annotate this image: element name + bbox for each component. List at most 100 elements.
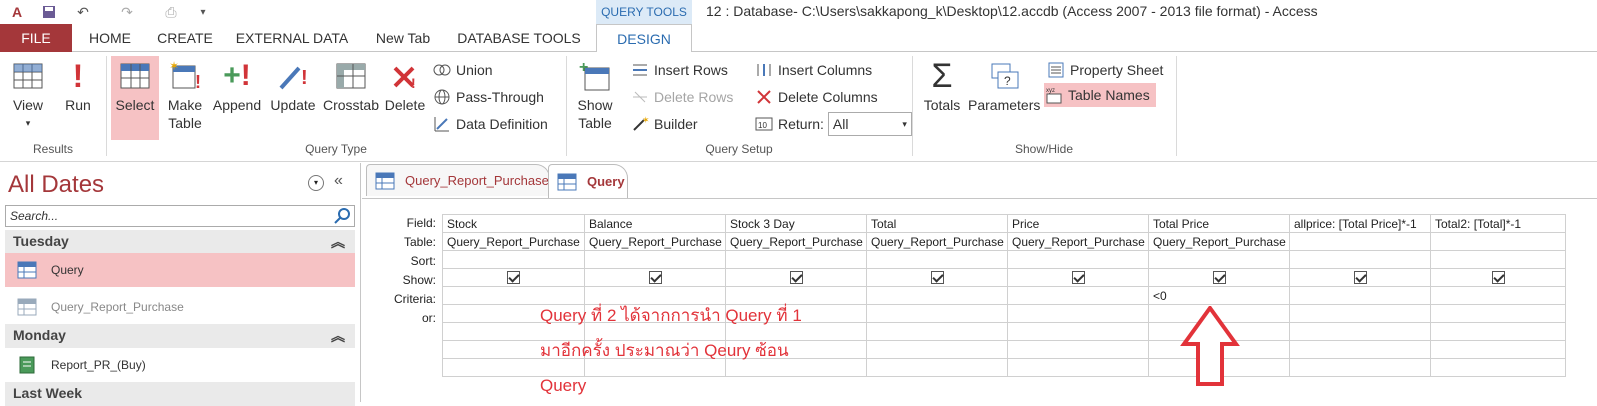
delete-query-button[interactable]: ! Delete	[382, 58, 428, 138]
grid-sort-cell[interactable]	[442, 250, 585, 269]
grid-blank-cell[interactable]	[1430, 340, 1566, 359]
save-icon[interactable]	[40, 3, 58, 21]
grid-table-cell[interactable]	[1289, 232, 1431, 251]
view-button[interactable]: View ▾	[6, 58, 50, 138]
show-checkbox[interactable]	[1353, 271, 1367, 284]
data-definition-button[interactable]: Data Definition	[432, 112, 548, 136]
doc-tab-query-report-purchase[interactable]: Query_Report_Purchase	[366, 164, 550, 196]
grid-sort-cell[interactable]	[584, 250, 726, 269]
grid-or-cell[interactable]	[1289, 304, 1431, 323]
nav-item-query[interactable]: Query	[5, 253, 355, 287]
grid-show-cell[interactable]	[584, 268, 726, 287]
grid-show-cell[interactable]	[1148, 268, 1290, 287]
union-button[interactable]: Union	[432, 58, 493, 82]
undo-icon[interactable]: ↶	[74, 3, 92, 21]
totals-button[interactable]: Σ Totals	[918, 58, 966, 138]
make-table-button[interactable]: ! ✶ Make Table	[162, 58, 208, 142]
show-checkbox[interactable]	[507, 271, 520, 284]
grid-sort-cell[interactable]	[1289, 250, 1431, 269]
delete-columns-button[interactable]: Delete Columns	[754, 85, 878, 109]
tab-home[interactable]: HOME	[80, 24, 140, 52]
show-checkbox[interactable]	[930, 271, 944, 284]
grid-sort-cell[interactable]	[1007, 250, 1149, 269]
redo-icon[interactable]: ↷	[118, 3, 136, 21]
nav-group-last-week[interactable]: Last Week	[5, 382, 355, 406]
grid-field-cell[interactable]: Total2: [Total]*-1	[1430, 214, 1566, 233]
grid-blank-cell[interactable]	[1007, 340, 1149, 359]
tab-external-data[interactable]: EXTERNAL DATA	[228, 24, 356, 52]
grid-blank-cell[interactable]	[1289, 358, 1431, 377]
print-preview-icon[interactable]: ⎙	[162, 3, 180, 21]
grid-field-cell[interactable]: Total Price	[1148, 214, 1290, 233]
tab-design[interactable]: DESIGN	[596, 24, 692, 53]
tab-file[interactable]: FILE	[0, 24, 72, 52]
grid-blank-cell[interactable]	[1289, 340, 1431, 359]
grid-field-cell[interactable]: allprice: [Total Price]*-1	[1289, 214, 1431, 233]
grid-show-cell[interactable]	[1007, 268, 1149, 287]
tab-create[interactable]: CREATE	[150, 24, 220, 52]
grid-field-cell[interactable]: Stock	[442, 214, 585, 233]
show-checkbox[interactable]	[1491, 271, 1505, 284]
grid-criteria-cell[interactable]	[866, 286, 1008, 305]
grid-blank-cell[interactable]	[1289, 322, 1431, 341]
grid-or-cell[interactable]	[1007, 304, 1149, 323]
grid-field-cell[interactable]: Balance	[584, 214, 726, 233]
property-sheet-button[interactable]: Property Sheet	[1046, 58, 1163, 82]
show-checkbox[interactable]	[1212, 271, 1226, 284]
grid-show-cell[interactable]	[725, 268, 867, 287]
nav-group-tuesday[interactable]: Tuesday ︽	[5, 230, 355, 254]
grid-show-cell[interactable]	[866, 268, 1008, 287]
nav-pane-title[interactable]: All Dates	[8, 171, 104, 199]
append-button[interactable]: +! Append	[211, 58, 263, 138]
grid-table-cell[interactable]	[1430, 232, 1566, 251]
grid-field-cell[interactable]: Stock 3 Day	[725, 214, 867, 233]
grid-table-cell[interactable]: Query_Report_Purchase	[584, 232, 726, 251]
grid-table-cell[interactable]: Query_Report_Purchase	[442, 232, 585, 251]
customize-qat-icon[interactable]: ▾	[194, 3, 212, 21]
select-query-button[interactable]: Select	[111, 56, 159, 140]
nav-group-monday[interactable]: Monday ︽	[5, 324, 355, 348]
grid-sort-cell[interactable]	[1430, 250, 1566, 269]
grid-show-cell[interactable]	[1289, 268, 1431, 287]
grid-or-cell[interactable]	[1430, 304, 1566, 323]
grid-table-cell[interactable]: Query_Report_Purchase	[1148, 232, 1290, 251]
grid-table-cell[interactable]: Query_Report_Purchase	[1007, 232, 1149, 251]
show-checkbox[interactable]	[648, 271, 662, 284]
grid-blank-cell[interactable]	[1430, 322, 1566, 341]
builder-button[interactable]: ✶ Builder	[630, 112, 698, 136]
run-button[interactable]: ! Run	[58, 58, 98, 138]
tab-new-tab[interactable]: New Tab	[366, 24, 440, 52]
grid-sort-cell[interactable]	[866, 250, 1008, 269]
doc-tab-query[interactable]: Query	[548, 164, 628, 198]
grid-criteria-cell[interactable]: <0	[1148, 286, 1290, 305]
update-button[interactable]: ! Update	[266, 58, 320, 138]
show-checkbox[interactable]	[1071, 271, 1085, 284]
grid-sort-cell[interactable]	[725, 250, 867, 269]
grid-show-cell[interactable]	[1430, 268, 1566, 287]
shutter-bar-close-icon[interactable]: «	[334, 172, 343, 190]
grid-blank-cell[interactable]	[1430, 358, 1566, 377]
nav-item-query-report-purchase[interactable]: Query_Report_Purchase	[5, 290, 355, 324]
show-table-button[interactable]: + Show Table	[572, 58, 618, 142]
grid-blank-cell[interactable]	[866, 358, 1008, 377]
grid-or-cell[interactable]	[866, 304, 1008, 323]
search-input[interactable]: Search...	[5, 205, 355, 227]
grid-criteria-cell[interactable]	[1007, 286, 1149, 305]
delete-rows-button[interactable]: Delete Rows	[630, 85, 733, 109]
grid-blank-cell[interactable]	[1007, 358, 1149, 377]
grid-show-cell[interactable]	[442, 268, 585, 287]
grid-field-cell[interactable]: Price	[1007, 214, 1149, 233]
nav-menu-dropdown-icon[interactable]: ▾	[308, 175, 324, 191]
crosstab-button[interactable]: Crosstab	[322, 58, 380, 138]
insert-columns-button[interactable]: Insert Columns	[754, 58, 872, 82]
parameters-button[interactable]: ? Parameters	[968, 58, 1040, 138]
table-names-button[interactable]: xyz Table Names	[1044, 83, 1156, 107]
nav-item-report-pr-buy[interactable]: Report_PR_(Buy)	[5, 348, 355, 382]
grid-blank-cell[interactable]	[866, 340, 1008, 359]
grid-sort-cell[interactable]	[1148, 250, 1290, 269]
return-dropdown[interactable]: All ▾	[827, 112, 912, 136]
grid-criteria-cell[interactable]	[1430, 286, 1566, 305]
grid-blank-cell[interactable]	[866, 322, 1008, 341]
search-icon[interactable]	[334, 207, 352, 228]
grid-field-cell[interactable]: Total	[866, 214, 1008, 233]
